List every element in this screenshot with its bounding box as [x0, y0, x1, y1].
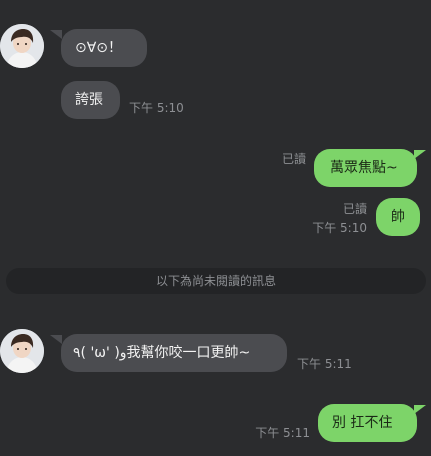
- avatar-photo-icon: [0, 24, 44, 68]
- read-receipt: 已讀: [281, 152, 306, 166]
- contact-avatar[interactable]: [0, 24, 44, 68]
- bubble-tail: [50, 30, 62, 39]
- incoming-message[interactable]: 誇張: [61, 81, 120, 119]
- read-receipt: 已讀: [342, 202, 367, 216]
- message-time: 下午 5:10: [129, 101, 184, 115]
- bubble-tail: [414, 405, 426, 414]
- bubble-tail: [414, 150, 426, 159]
- outgoing-message[interactable]: 萬眾焦點~: [314, 149, 417, 187]
- outgoing-message[interactable]: 帥: [376, 198, 420, 236]
- message-time: 下午 5:11: [297, 357, 352, 371]
- unread-divider: 以下為尚未閱讀的訊息: [6, 268, 426, 294]
- incoming-message[interactable]: ٩( 'ω' )و我幫你咬一口更帥~: [61, 334, 287, 372]
- outgoing-message[interactable]: 別 扛不住: [318, 404, 417, 442]
- avatar-photo-icon: [0, 329, 44, 373]
- chat-window: ⊙∀⊙！ 誇張 下午 5:10 已讀 萬眾焦點~ 已讀 下午 5:10 帥 以下…: [0, 0, 431, 456]
- contact-avatar[interactable]: [0, 329, 44, 373]
- incoming-message[interactable]: ⊙∀⊙！: [61, 29, 147, 67]
- bubble-tail: [50, 335, 62, 344]
- message-time: 下午 5:10: [312, 221, 367, 235]
- message-time: 下午 5:11: [255, 426, 310, 440]
